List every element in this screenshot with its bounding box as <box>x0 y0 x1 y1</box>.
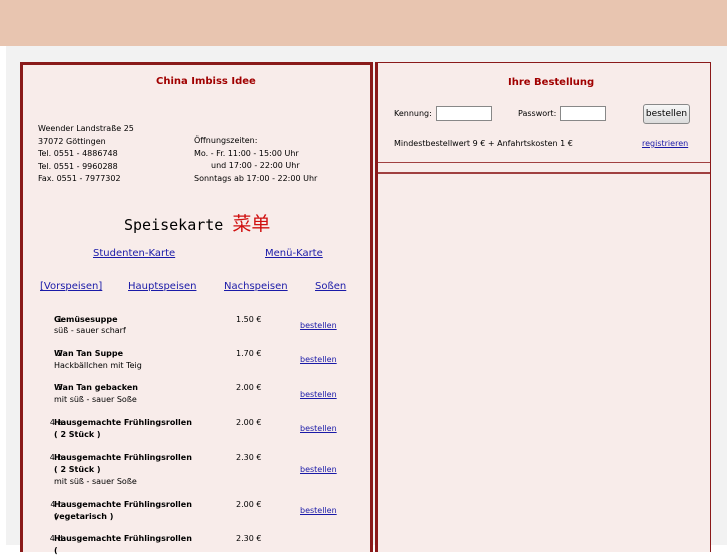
phone-2: Tel. 0551 - 9960288 <box>38 161 118 171</box>
menu-heading-text: Speisekarte <box>124 216 224 234</box>
min-order-text: Mindestbestellwert 9 € + Anfahrtskosten … <box>394 139 573 148</box>
order-panel <box>375 62 711 552</box>
item-price: 2.00 € <box>236 500 262 509</box>
hours-title: Öffnungszeiten: <box>194 136 258 145</box>
kennung-label: Kennung: <box>394 109 432 118</box>
order-button[interactable]: bestellen <box>300 320 337 332</box>
tab-sossen[interactable]: Soßen <box>315 281 346 292</box>
item-name-2: vegetarisch ) <box>54 512 114 521</box>
item-price: 2.30 € <box>236 453 262 462</box>
order-divider <box>378 162 710 163</box>
tab-hauptspeisen[interactable]: Hauptspeisen <box>128 281 196 292</box>
tab-nachspeisen[interactable]: Nachspeisen <box>224 281 288 292</box>
opening-hours: Öffnungszeiten: Mo. - Fr. 11:00 - 15:00 … <box>194 135 317 185</box>
address-street: Weender Landstraße 25 <box>38 124 134 133</box>
item-desc: Hackbällchen mit Teig <box>54 361 142 370</box>
menu-heading: Speisekarte 菜单 <box>124 209 270 236</box>
item-name: Wan Tan Suppe <box>54 349 124 358</box>
hours-evening: und 17:00 - 22:00 Uhr <box>211 161 300 170</box>
restaurant-name: China Imbiss Idee <box>156 76 256 87</box>
order-button[interactable]: bestellen <box>300 505 337 517</box>
fax: Fax. 0551 - 7977302 <box>38 174 121 183</box>
item-name: Wan Tan gebacken <box>54 383 138 392</box>
item-desc: süß - sauer scharf <box>54 326 126 335</box>
menue-karte-link[interactable]: Menü-Karte <box>265 248 323 259</box>
item-desc: mit süß - sauer Soße <box>54 395 137 404</box>
order-button[interactable]: bestellen <box>300 464 337 476</box>
hours-sunday: Sonntags ab 17:00 - 22:00 Uhr <box>194 173 318 183</box>
item-name-2: ( 2 Stück ) <box>54 430 101 439</box>
kennung-input[interactable] <box>436 106 492 121</box>
passwort-input[interactable] <box>560 106 606 121</box>
top-band <box>0 0 727 46</box>
register-link[interactable]: registrieren <box>642 138 688 151</box>
item-name-2: ( 2 Stück ) <box>54 465 101 474</box>
item-price: 2.00 € <box>236 383 262 392</box>
item-price: 2.00 € <box>236 418 262 427</box>
login-order-button[interactable]: bestellen <box>643 104 690 124</box>
order-button[interactable]: bestellen <box>300 423 337 435</box>
hours-weekday: Mo. - Fr. 11:00 - 15:00 Uhr <box>194 148 299 158</box>
item-price: 1.70 € <box>236 349 262 358</box>
order-button[interactable]: bestellen <box>300 354 337 366</box>
restaurant-contact: Weender Landstraße 25 37072 Göttingen Te… <box>38 123 134 186</box>
order-title: Ihre Bestellung <box>508 77 595 88</box>
item-desc: mit süß - sauer Soße <box>54 477 137 486</box>
item-name: Hausgemachte Frühlingsrollen <box>54 418 192 427</box>
item-price: 1.50 € <box>236 315 262 324</box>
item-name: Hausgemachte Frühlingsrollen <box>54 453 192 462</box>
order-button[interactable]: bestellen <box>300 389 337 401</box>
item-price: 2.30 € <box>236 534 262 543</box>
item-name: Hausgemachte Frühlingsrollen ( <box>54 534 192 555</box>
passwort-label: Passwort: <box>518 109 557 118</box>
studenten-karte-link[interactable]: Studenten-Karte <box>93 248 175 259</box>
order-divider-2 <box>378 172 710 174</box>
menu-heading-cjk: 菜单 <box>232 213 271 235</box>
address-city: 37072 Göttingen <box>38 136 106 146</box>
tab-vorspeisen[interactable]: [Vorspeisen] <box>40 281 102 292</box>
phone-1: Tel. 0551 - 4886748 <box>38 149 118 158</box>
